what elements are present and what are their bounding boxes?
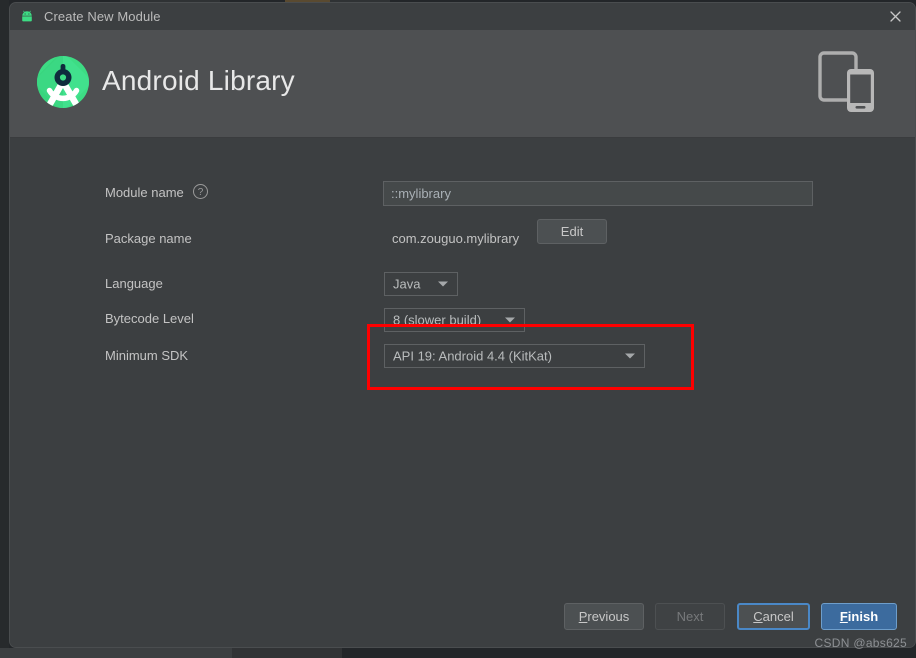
previous-button-label: revious [587,609,629,624]
minimum-sdk-value: API 19: Android 4.4 (KitKat) [393,349,552,364]
dialog-footer: Previous Next Cancel Finish [10,590,916,647]
chevron-down-icon [505,318,515,323]
dialog-title: Create New Module [44,9,161,24]
desktop-background-left [0,0,9,648]
language-value: Java [393,277,420,292]
finish-button[interactable]: Finish [821,603,897,630]
finish-button-label: inish [848,609,878,624]
bytecode-level-dropdown[interactable]: 8 (slower build) [384,308,525,332]
close-icon[interactable] [873,3,916,30]
package-name-value: com.zouguo.mylibrary [392,231,519,246]
desktop-background-bottom-left [0,648,232,658]
minimum-sdk-dropdown[interactable]: API 19: Android 4.4 (KitKat) [384,344,645,368]
help-circle-icon[interactable]: ? [193,184,208,199]
bytecode-level-value: 8 (slower build) [393,313,481,328]
next-button: Next [655,603,725,630]
chevron-down-icon [625,354,635,359]
android-robot-icon [19,9,35,25]
cancel-button-mnemonic: C [753,609,762,624]
dialog-titlebar: Create New Module [10,3,916,30]
create-new-module-dialog: Create New Module [9,2,916,648]
module-name-input[interactable] [383,181,813,206]
next-button-label: Next [677,609,704,624]
edit-package-name-button[interactable]: Edit [537,219,607,244]
android-studio-logo-icon [33,52,93,112]
dialog-body: Module name ? Package name com.zouguo.my… [10,138,916,603]
bytecode-level-label: Bytecode Level [105,311,194,326]
language-dropdown[interactable]: Java [384,272,458,296]
previous-button-mnemonic: P [579,609,588,624]
language-label: Language [105,276,163,291]
watermark: CSDN @abs625 [815,636,908,650]
cancel-button-label: ancel [763,609,794,624]
cancel-button[interactable]: Cancel [737,603,810,630]
finish-button-mnemonic: F [840,609,848,624]
module-name-label: Module name [105,185,184,200]
previous-button[interactable]: Previous [564,603,644,630]
minimum-sdk-label: Minimum SDK [105,348,188,363]
tablet-and-phone-icon [817,47,879,117]
desktop-background-bottom-mid [232,648,342,658]
page-title: Android Library [102,65,295,97]
package-name-label: Package name [105,231,192,246]
screen: Create New Module [0,0,916,658]
dialog-header: Android Library [10,30,916,138]
chevron-down-icon [438,282,448,287]
